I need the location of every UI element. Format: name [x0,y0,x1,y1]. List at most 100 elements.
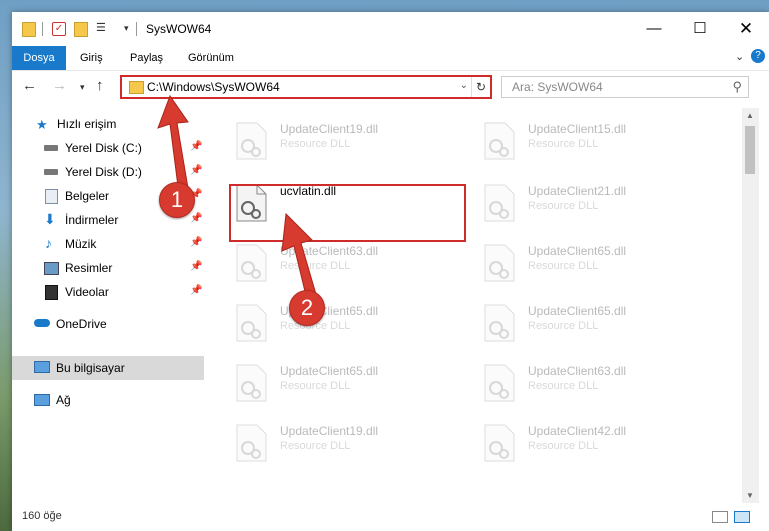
tab-view[interactable]: Görünüm [180,46,242,70]
drive-icon [44,145,58,151]
network-icon [34,394,50,406]
scrollbar-thumb[interactable] [745,126,755,174]
sidebar-item-label: Yerel Disk (D:) [65,165,142,179]
tab-home[interactable]: Giriş [72,46,111,70]
divider [42,22,43,36]
up-arrow-icon[interactable]: ↑ [96,77,104,94]
file-type: Resource DLL [528,200,599,212]
file-item[interactable]: UpdateClient63.dll Resource DLL [456,358,696,408]
sidebar-item-label: Ağ [56,393,71,407]
large-icons-view-icon[interactable] [734,511,750,523]
downloads-icon: ⬇ [44,211,56,227]
recent-locations-icon[interactable]: ▾ [80,82,85,93]
properties-check-icon[interactable]: ✓ [52,22,66,36]
pin-icon[interactable]: 📌 [190,285,202,296]
item-count: 160 öğe [22,510,62,522]
dll-file-icon [484,184,515,222]
sidebar-item-onedrive[interactable]: OneDrive [12,312,204,336]
tab-file[interactable]: Dosya [12,46,66,70]
file-type: Resource DLL [280,440,351,452]
dll-file-icon [236,122,267,160]
title-bar: ✓ ☰ ▾ SysWOW64 — ☐ ✕ [12,12,769,46]
search-icon[interactable]: ⚲ [732,79,742,95]
sidebar-item-label: Hızlı erişim [57,117,117,131]
file-name: UpdateClient21.dll [528,184,627,198]
file-type: Resource DLL [280,138,351,150]
folder-icon [22,22,36,37]
file-name: UpdateClient15.dll [528,122,627,136]
file-name: UpdateClient65.dll [528,244,627,258]
dll-file-icon [236,364,267,402]
star-icon: ★ [36,117,48,132]
address-dropdown-icon[interactable]: ⌄ [460,80,468,91]
file-item[interactable]: UpdateClient21.dll Resource DLL [456,178,696,228]
sidebar-item-this-pc[interactable]: Bu bilgisayar [12,356,204,380]
close-button[interactable]: ✕ [723,12,769,46]
file-name: UpdateClient19.dll [280,424,379,438]
sidebar-item-label: Bu bilgisayar [56,361,125,375]
dll-file-icon [484,304,515,342]
dll-file-icon [484,244,515,282]
file-item[interactable]: UpdateClient65.dll Resource DLL [456,238,696,288]
search-placeholder: Ara: SysWOW64 [512,80,603,94]
file-item[interactable]: UpdateClient19.dll Resource DLL [208,418,448,468]
sidebar-item-music[interactable]: ♪ Müzik 📌 [12,232,204,256]
sidebar-item-label: Yerel Disk (C:) [65,141,142,155]
maximize-button[interactable]: ☐ [677,12,723,46]
dll-file-icon [236,304,267,342]
navigation-bar: ← → ▾ ↑ C:\Windows\SysWOW64 ⌄ ↻ Ara: Sys… [12,71,769,105]
back-arrow-icon[interactable]: ← [22,77,37,94]
file-type: Resource DLL [528,380,599,392]
file-type: Resource DLL [528,320,599,332]
file-item[interactable]: UpdateClient19.dll Resource DLL [208,116,448,166]
help-icon[interactable]: ? [751,49,765,63]
dll-file-icon [484,122,515,160]
expand-ribbon-icon[interactable]: ⌄ [735,50,744,63]
file-type: Resource DLL [280,380,351,392]
forward-arrow-icon[interactable]: → [52,77,67,94]
quick-access-dropdown-icon[interactable]: ▾ [124,23,129,34]
sidebar-item-label: Belgeler [65,189,110,203]
sidebar-item-pictures[interactable]: Resimler 📌 [12,256,204,280]
vertical-scrollbar[interactable]: ▲ ▼ [742,108,759,503]
file-name: UpdateClient63.dll [528,364,627,378]
dll-file-icon [484,424,515,462]
step-badge-2: 2 [289,290,325,326]
refresh-icon[interactable]: ↻ [471,77,490,97]
file-type: Resource DLL [528,260,599,272]
folder-icon [129,81,144,94]
drive-icon [44,169,58,175]
minimize-button[interactable]: — [631,12,677,46]
pin-icon[interactable]: 📌 [190,213,202,224]
videos-icon [45,285,58,300]
file-type: Resource DLL [528,440,599,452]
sidebar-item-label: Resimler [65,261,113,275]
sidebar-item-label: OneDrive [56,317,107,331]
file-item[interactable]: UpdateClient42.dll Resource DLL [456,418,696,468]
scroll-up-icon[interactable]: ▲ [746,111,754,120]
pin-icon[interactable]: 📌 [190,237,202,248]
file-name: UpdateClient65.dll [528,304,627,318]
dll-file-icon [236,424,267,462]
window-title: SysWOW64 [146,22,212,36]
divider [136,22,137,36]
sidebar-item-label: Müzik [65,237,97,251]
computer-icon [34,361,50,373]
pin-icon[interactable]: 📌 [190,261,202,272]
search-input[interactable]: Ara: SysWOW64 ⚲ [501,76,749,98]
customize-icon[interactable]: ☰ [96,22,110,35]
file-item[interactable]: UpdateClient65.dll Resource DLL [456,298,696,348]
new-folder-icon[interactable] [74,22,88,37]
sidebar-item-videos[interactable]: Videolar 📌 [12,280,204,304]
sidebar-item-network[interactable]: Ağ [12,388,204,412]
file-highlight-box [229,184,466,242]
dll-file-icon [236,244,267,282]
file-name: UpdateClient19.dll [280,122,379,136]
file-item[interactable]: UpdateClient65.dll Resource DLL [208,358,448,408]
file-item[interactable]: UpdateClient15.dll Resource DLL [456,116,696,166]
scroll-down-icon[interactable]: ▼ [746,491,754,500]
dll-file-icon [484,364,515,402]
step-badge-1: 1 [159,182,195,218]
tab-share[interactable]: Paylaş [122,46,171,70]
details-view-icon[interactable] [712,511,728,523]
